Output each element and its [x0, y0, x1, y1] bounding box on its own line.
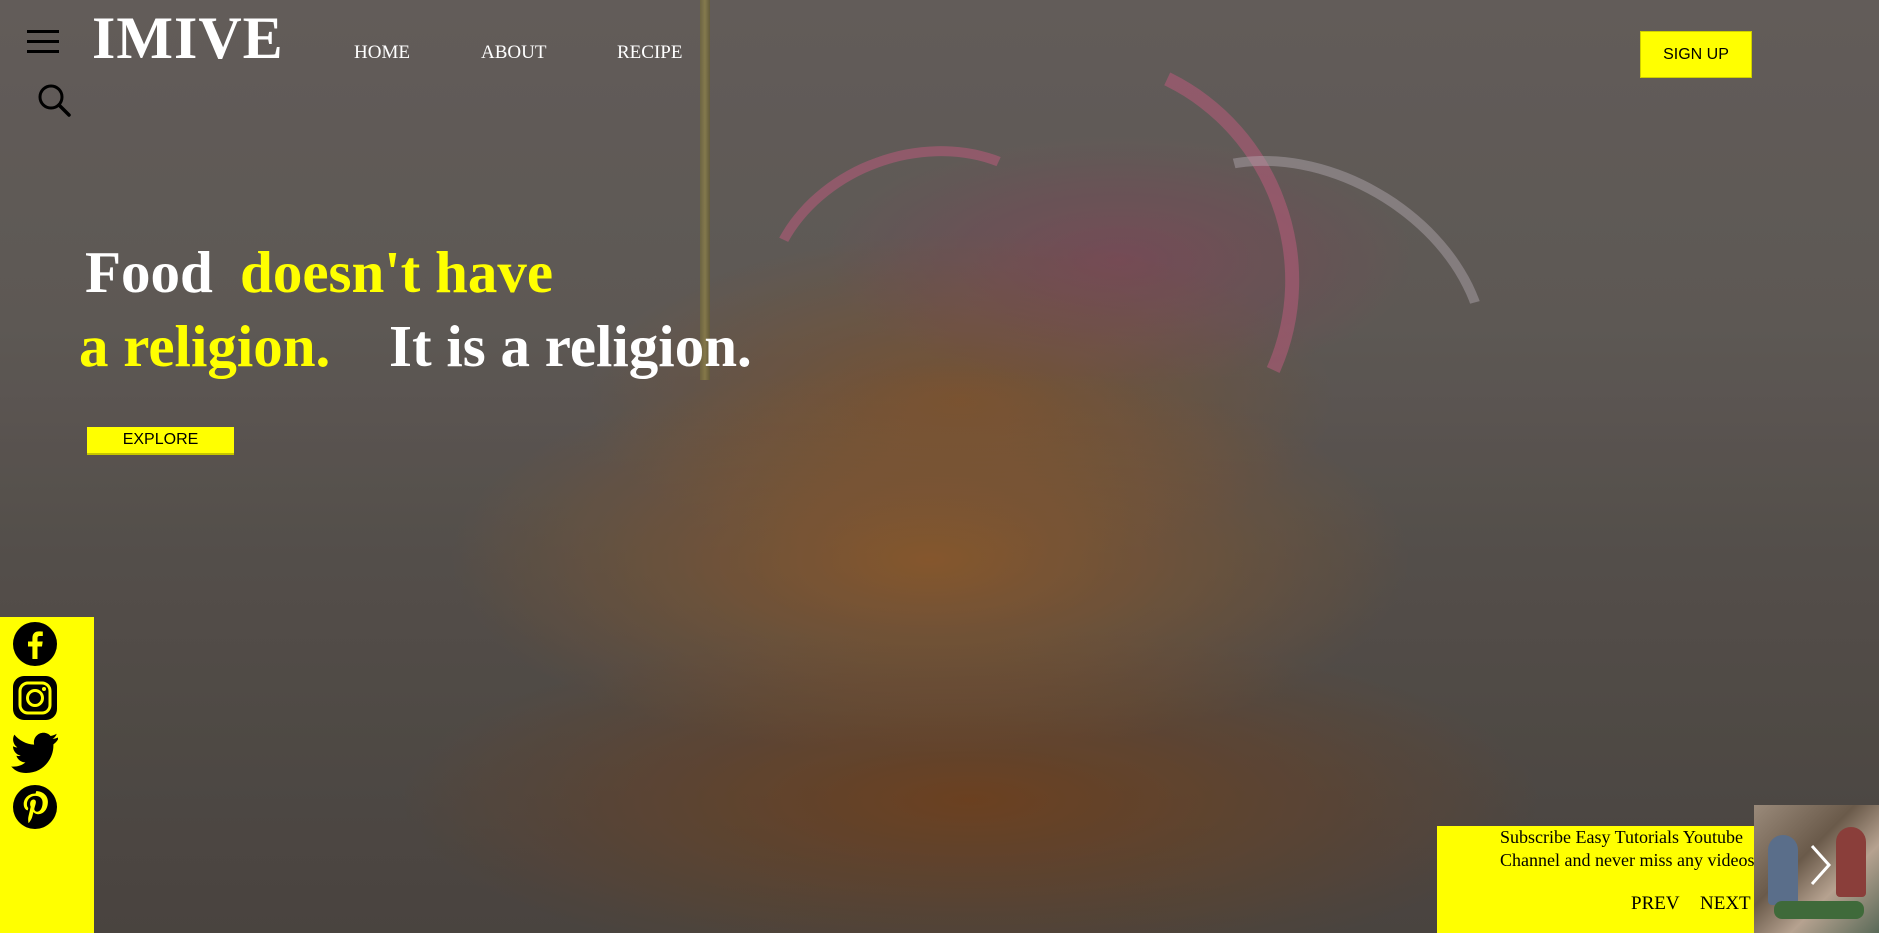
nav-link-home[interactable]: HOME	[354, 42, 410, 64]
hamburger-menu-icon[interactable]	[27, 30, 59, 54]
chevron-right-icon[interactable]	[1809, 843, 1833, 887]
instagram-icon[interactable]	[12, 675, 58, 721]
hero-overlay	[0, 0, 1879, 933]
explore-button[interactable]: EXPLORE	[87, 427, 234, 455]
signup-button[interactable]: SIGN UP	[1640, 31, 1752, 78]
hero-headline-it-is-a-religion: It is a religion.	[389, 313, 752, 379]
pinterest-icon[interactable]	[12, 784, 58, 830]
thumbnail-figure	[1768, 835, 1798, 905]
hero-headline-doesnt-have: doesn't have	[240, 239, 554, 305]
slider-thumbnail-image[interactable]	[1754, 805, 1879, 933]
promo-text: Subscribe Easy Tutorials Youtube Channel…	[1500, 827, 1759, 870]
thumbnail-figure	[1836, 827, 1866, 897]
site-logo[interactable]: IMIVE	[92, 4, 284, 73]
nav-link-recipe[interactable]: RECIPE	[617, 42, 682, 64]
promo-slider-panel: Subscribe Easy Tutorials Youtube Channel…	[1437, 826, 1759, 933]
hero-headline-food: Food	[85, 239, 213, 305]
hero-background-image	[0, 0, 1879, 933]
prev-button[interactable]: PREV	[1631, 893, 1680, 915]
facebook-icon[interactable]	[12, 621, 58, 667]
hero-headline-a-religion: a religion.	[79, 313, 331, 379]
social-sidebar	[0, 617, 94, 933]
search-icon[interactable]	[36, 82, 72, 118]
twitter-icon[interactable]	[10, 729, 60, 775]
thumbnail-food	[1774, 901, 1864, 919]
next-button[interactable]: NEXT	[1700, 893, 1751, 915]
nav-link-about[interactable]: ABOUT	[481, 42, 546, 64]
